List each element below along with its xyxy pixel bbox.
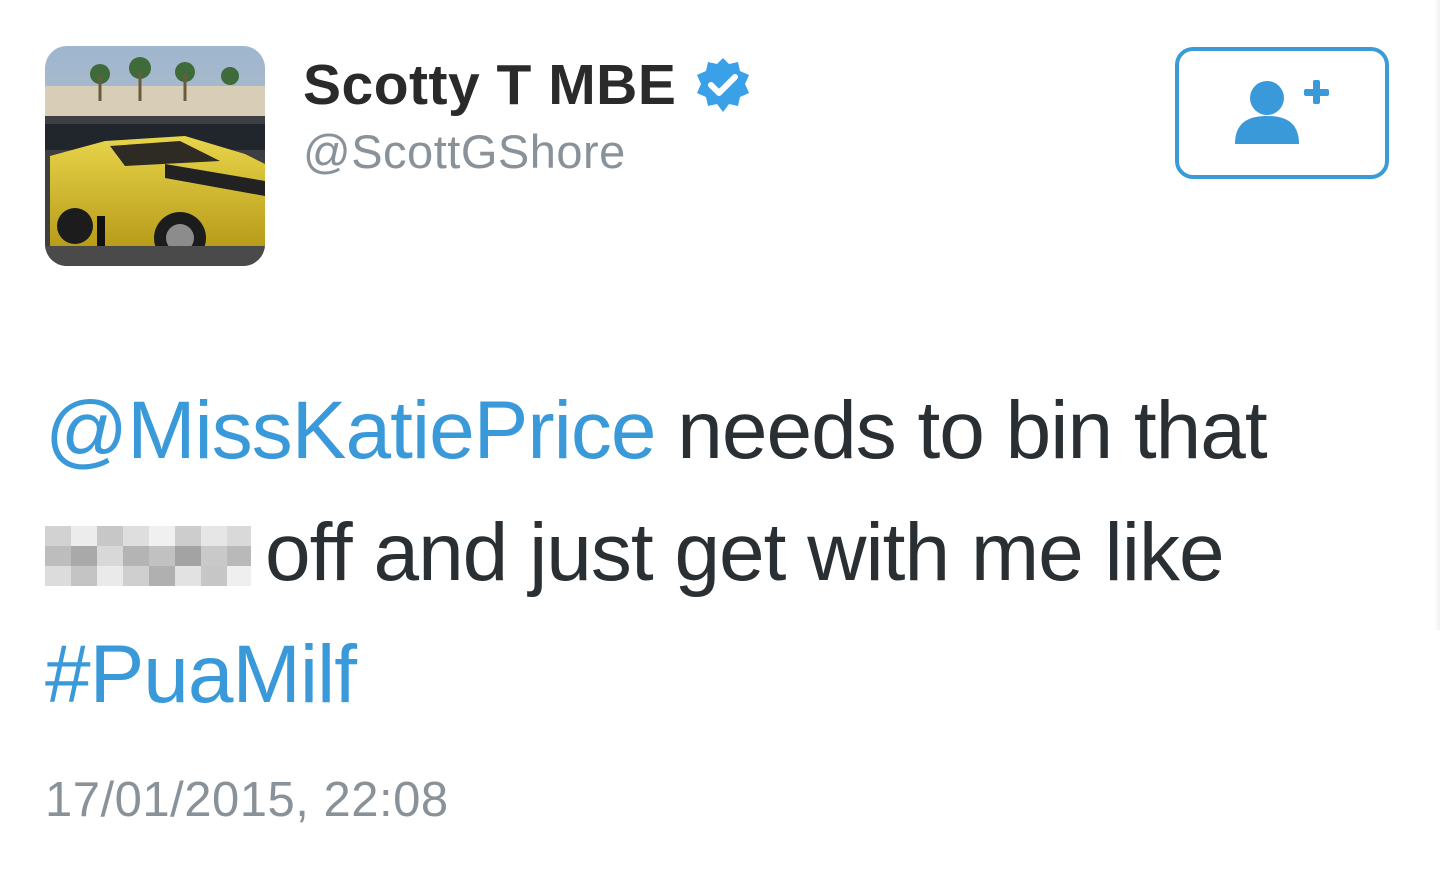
profile-photo-icon: [45, 46, 265, 266]
hashtag-link[interactable]: #PuaMilf: [45, 629, 357, 720]
card-edge: [1434, 0, 1440, 630]
tweet-line-2: off and just get with me like: [45, 492, 1405, 614]
mention-link[interactable]: @MissKatiePrice: [45, 385, 656, 476]
tweet-card: Scotty T MBE @ScottGShore @MissKatiePric…: [0, 0, 1440, 891]
user-handle[interactable]: @ScottGShore: [303, 124, 626, 179]
censored-word-pixelation: [45, 526, 251, 586]
verified-badge-icon: [694, 56, 752, 114]
tweet-text: @MissKatiePrice needs to bin that off an…: [45, 370, 1405, 736]
tweet-line-3: #PuaMilf: [45, 614, 1405, 736]
tweet-text-segment: needs to bin that: [655, 385, 1267, 476]
tweet-line-1: @MissKatiePrice needs to bin that: [45, 370, 1405, 492]
tweet-timestamp[interactable]: 17/01/2015, 22:08: [45, 772, 449, 828]
user-name-row: Scotty T MBE: [303, 50, 752, 120]
tweet-text-segment: off and just get with me like: [265, 507, 1225, 598]
avatar[interactable]: [45, 46, 265, 266]
display-name[interactable]: Scotty T MBE: [303, 52, 676, 118]
add-user-icon: [1235, 80, 1329, 144]
follow-button[interactable]: [1175, 47, 1389, 179]
